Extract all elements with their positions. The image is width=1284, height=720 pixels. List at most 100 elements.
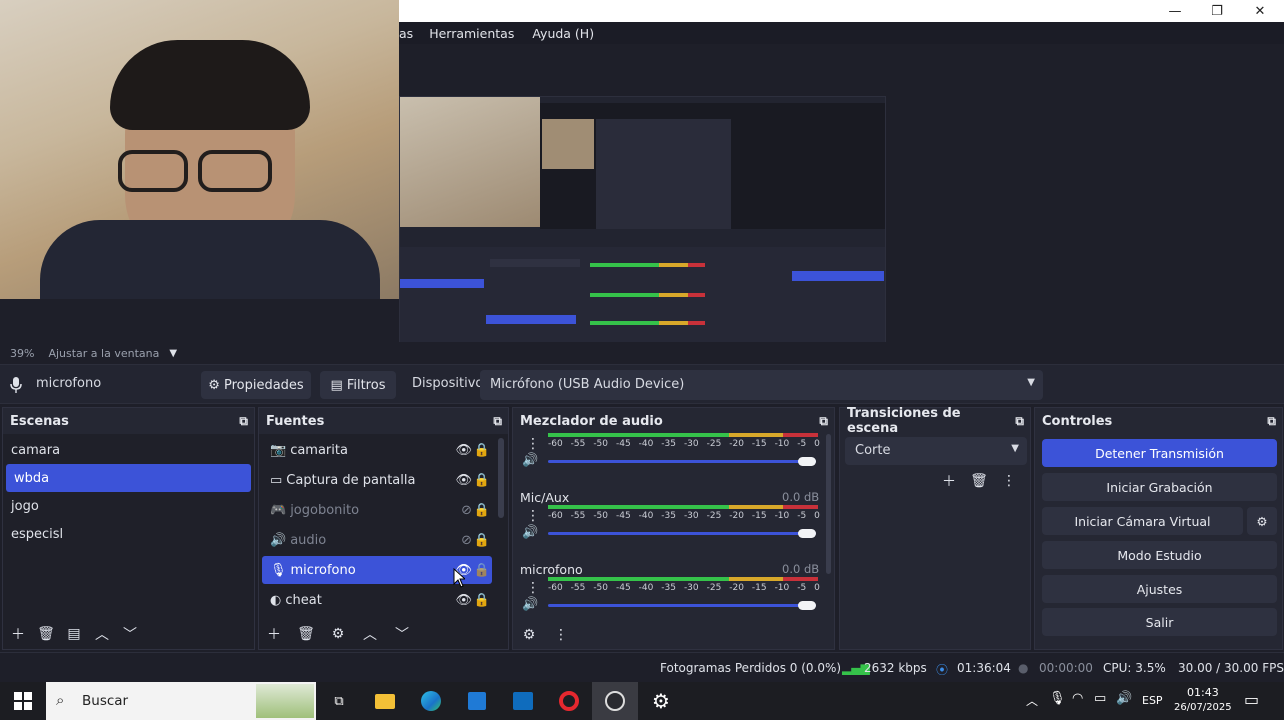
source-item-cheat[interactable]: ◐ cheat 👁 🔒 (262, 586, 492, 614)
move-scene-up-button[interactable]: ︿ (89, 623, 115, 645)
source-item-captura-de-pantalla[interactable]: ▭ Captura de pantalla 👁 🔒 (262, 466, 492, 494)
move-source-up-button[interactable]: ︿ (357, 623, 383, 645)
edge-button[interactable] (408, 682, 454, 720)
microphone-icon (10, 377, 22, 393)
studio-mode-button[interactable]: Modo Estudio (1042, 541, 1277, 569)
move-scene-down-button[interactable]: ﹀ (117, 623, 143, 645)
lock-icon[interactable]: 🔒 (474, 473, 490, 488)
source-item-jogobonito[interactable]: 🎮 jogobonito ⊘ 🔒 (262, 496, 492, 524)
filters-button[interactable]: ▤ Filtros (320, 371, 396, 399)
settings-app-button[interactable]: ⚙ (638, 682, 684, 720)
record-icon: ● (1018, 661, 1029, 675)
volume-icon[interactable]: 🔊 (1116, 691, 1132, 706)
zoom-fit-label[interactable]: Ajustar a la ventana (48, 347, 159, 360)
restore-button[interactable]: ❐ (1195, 0, 1239, 22)
virtual-camera-settings-button[interactable]: ⚙ (1247, 507, 1277, 535)
start-recording-button[interactable]: Iniciar Grabación (1042, 473, 1277, 501)
zoom-dropdown-icon[interactable]: ▼ (169, 348, 177, 359)
close-button[interactable]: ✕ (1238, 0, 1282, 22)
scene-item-camara[interactable]: camara (3, 436, 254, 464)
menu-item-herramientas[interactable]: Herramientas (429, 26, 514, 41)
channel-volume-slider[interactable] (548, 460, 816, 463)
mixer-menu-button[interactable]: ⋮ (548, 624, 574, 646)
remove-scene-button[interactable]: 🗑 (33, 623, 59, 645)
source-item-camarita[interactable]: 📷 camarita 👁 🔒 (262, 436, 492, 464)
channel-volume-slider[interactable] (548, 532, 816, 535)
channel-menu-kebab-icon[interactable]: ⋮ (526, 580, 540, 596)
clock-date[interactable]: 26/07/2025 (1174, 702, 1232, 713)
lock-icon[interactable]: 🔒 (474, 503, 490, 518)
add-source-button[interactable]: ＋ (261, 623, 287, 645)
lock-icon[interactable]: 🔒 (474, 443, 490, 458)
add-scene-button[interactable]: ＋ (5, 623, 31, 645)
exit-button[interactable]: Salir (1042, 608, 1277, 636)
settings-button[interactable]: Ajustes (1042, 575, 1277, 603)
channel-menu-kebab-icon[interactable]: ⋮ (526, 436, 540, 452)
eye-hidden-icon[interactable]: ⊘ (461, 503, 472, 518)
lock-icon[interactable]: 🔒 (474, 593, 490, 608)
start-virtual-camera-button[interactable]: Iniciar Cámara Virtual (1042, 507, 1243, 535)
volume-slider-handle[interactable] (798, 457, 816, 466)
microphone-icon[interactable]: 🎙 (1049, 691, 1066, 706)
outlook-button[interactable] (500, 682, 546, 720)
file-explorer-button[interactable] (362, 682, 408, 720)
eye-hidden-icon[interactable]: ⊘ (461, 533, 472, 548)
stop-streaming-button[interactable]: Detener Transmisión (1042, 439, 1277, 467)
scene-item-wbda[interactable]: wbda (6, 464, 251, 492)
undock-icon[interactable]: ⧉ (493, 414, 502, 429)
scale-tick: -5 (797, 583, 807, 593)
language-indicator[interactable]: ESP (1142, 694, 1163, 707)
undock-icon[interactable]: ⧉ (239, 414, 248, 429)
scene-item-especisl[interactable]: especisl (3, 520, 254, 548)
clock-time[interactable]: 01:43 (1187, 686, 1219, 699)
task-view-button[interactable]: ⧉ (316, 682, 362, 720)
undock-icon[interactable]: ⧉ (1015, 414, 1024, 429)
obs-button[interactable] (592, 682, 638, 720)
store-button[interactable] (454, 682, 500, 720)
channel-mute-speaker-icon[interactable]: 🔊 (522, 597, 538, 612)
microphone-icon: 🎙 (270, 562, 287, 578)
eye-icon[interactable]: 👁 (455, 443, 472, 458)
eye-icon[interactable]: 👁 (455, 593, 472, 608)
mixer-scrollbar[interactable] (826, 434, 831, 574)
source-properties-button[interactable]: ⚙ (325, 623, 351, 645)
channel-mute-speaker-icon[interactable]: 🔊 (522, 525, 538, 540)
taskbar-search-box[interactable]: ⌕ Buscar (46, 682, 316, 720)
advanced-audio-button[interactable]: ⚙ (516, 624, 542, 646)
source-item-audio[interactable]: 🔊 audio ⊘ 🔒 (262, 526, 492, 554)
notifications-icon[interactable]: ▭ (1244, 690, 1259, 709)
opera-button[interactable] (546, 682, 592, 720)
scale-tick: -20 (729, 511, 744, 521)
battery-icon[interactable]: ▭ (1094, 691, 1106, 706)
show-hidden-icons-chevron-icon[interactable]: ︿ (1026, 692, 1038, 709)
volume-slider-handle[interactable] (798, 601, 816, 610)
undock-icon[interactable]: ⧉ (1267, 414, 1276, 429)
wifi-icon[interactable]: ◠ (1072, 691, 1083, 706)
add-transition-button[interactable]: ＋ (936, 470, 962, 492)
volume-slider-handle[interactable] (798, 529, 816, 538)
channel-mute-speaker-icon[interactable]: 🔊 (522, 453, 538, 468)
chevron-down-icon: ﹀ (395, 627, 409, 643)
start-button[interactable] (0, 682, 46, 720)
undock-icon[interactable]: ⧉ (819, 414, 828, 429)
scene-filters-button[interactable]: ▤ (61, 623, 87, 645)
menu-item-ayuda[interactable]: Ayuda (H) (532, 26, 594, 41)
sources-scrollbar[interactable] (498, 438, 504, 518)
channel-volume-slider[interactable] (548, 604, 816, 607)
device-select[interactable]: Micrófono (USB Audio Device) ▼ (480, 370, 1043, 400)
transition-menu-button[interactable]: ⋮ (996, 470, 1022, 492)
menu-item-tools-partial[interactable]: as (399, 26, 413, 41)
lock-icon[interactable]: 🔒 (474, 563, 490, 578)
transition-select[interactable]: Corte ▼ (845, 437, 1027, 465)
remove-transition-button[interactable]: 🗑 (966, 470, 992, 492)
scene-item-jogo[interactable]: jogo (3, 492, 254, 520)
remove-source-button[interactable]: 🗑 (293, 623, 319, 645)
minimize-button[interactable]: — (1153, 0, 1197, 22)
move-source-down-button[interactable]: ﹀ (389, 623, 415, 645)
channel-menu-kebab-icon[interactable]: ⋮ (526, 508, 540, 524)
properties-button[interactable]: ⚙ Propiedades (201, 371, 311, 399)
scale-tick: -30 (683, 511, 699, 521)
lock-icon[interactable]: 🔒 (474, 533, 490, 548)
eye-icon[interactable]: 👁 (455, 473, 472, 488)
scale-tick: -25 (706, 583, 722, 593)
